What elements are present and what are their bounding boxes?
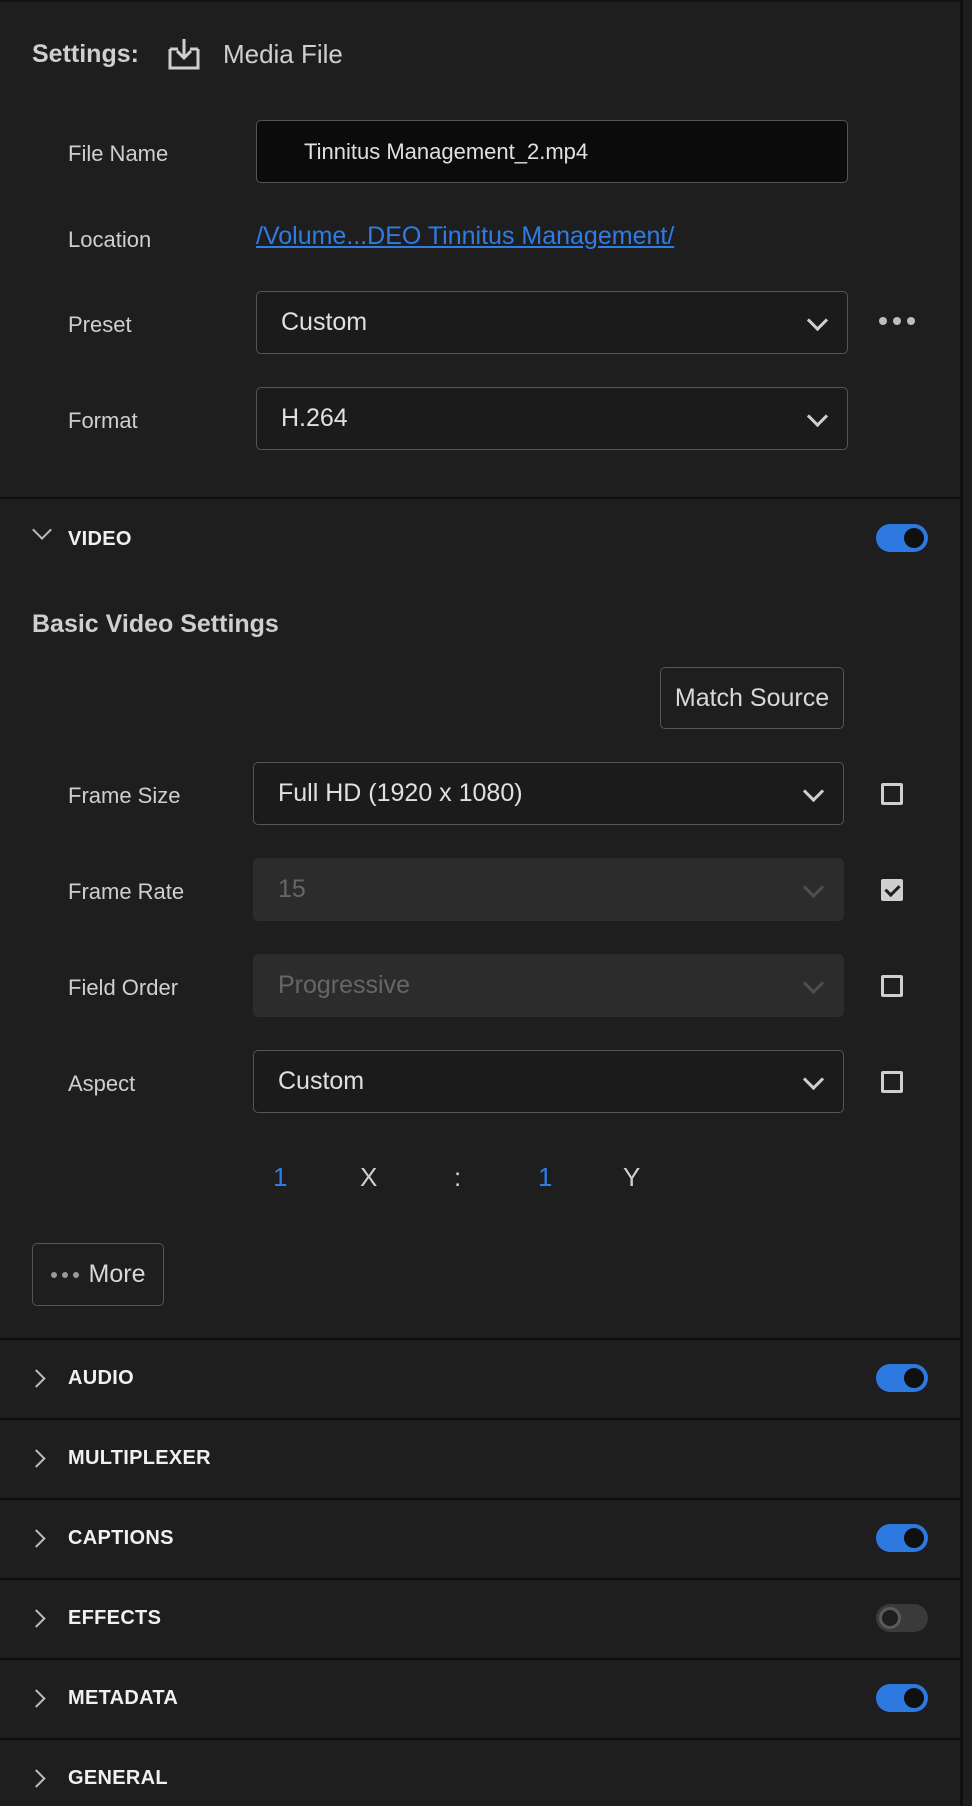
preset-label: Preset: [68, 312, 132, 337]
file-name-label: File Name: [68, 141, 169, 166]
more-horizontal-icon[interactable]: [879, 313, 915, 329]
match-source-label: Match Source: [674, 683, 830, 712]
chevron-down-icon: [802, 780, 825, 802]
aspect-x-label: X: [360, 1162, 378, 1192]
destination-label: Media File: [222, 38, 343, 69]
captions-toggle[interactable]: [876, 1524, 928, 1552]
aspect-separator: :: [454, 1162, 462, 1192]
metadata-toggle[interactable]: [876, 1684, 928, 1712]
frame-size-checkbox[interactable]: [881, 783, 903, 805]
aspect-x-value[interactable]: 1: [273, 1162, 287, 1193]
field-order-value: Progressive: [278, 971, 410, 999]
file-name-value: Tinnitus Management_2.mp4: [304, 138, 589, 164]
video-toggle[interactable]: [876, 524, 928, 552]
field-order-dropdown[interactable]: Progressive: [253, 954, 844, 1017]
aspect-checkbox[interactable]: [881, 1071, 903, 1093]
file-name-input[interactable]: Tinnitus Management_2.mp4: [256, 120, 848, 183]
preset-value: Custom: [281, 308, 368, 336]
audio-section-title: AUDIO: [68, 1367, 134, 1389]
more-dots-icon: [50, 1271, 79, 1278]
aspect-y-value[interactable]: 1: [538, 1162, 552, 1193]
divider: [0, 1418, 960, 1420]
settings-header: Settings: Media File: [32, 36, 343, 72]
chevron-down-icon: [806, 309, 829, 331]
frame-rate-label: Frame Rate: [68, 879, 185, 904]
chevron-right-icon: [27, 1769, 46, 1788]
divider: [0, 1578, 960, 1580]
video-section-title: VIDEO: [68, 528, 132, 550]
chevron-down-icon: [32, 520, 52, 540]
aspect-value: Custom: [278, 1067, 365, 1095]
effects-section-title: EFFECTS: [68, 1607, 162, 1629]
format-label: Format: [68, 408, 138, 433]
chevron-right-icon: [27, 1529, 46, 1548]
frame-rate-value: 15: [278, 875, 306, 903]
scroll-gutter[interactable]: [963, 0, 972, 1806]
general-section-title: GENERAL: [68, 1767, 168, 1789]
effects-toggle[interactable]: [876, 1604, 928, 1632]
divider: [0, 1498, 960, 1500]
divider: [0, 1658, 960, 1660]
field-order-label: Field Order: [68, 975, 179, 1000]
aspect-dropdown[interactable]: Custom: [253, 1050, 844, 1113]
metadata-section-title: METADATA: [68, 1687, 179, 1709]
chevron-down-icon: [802, 972, 825, 994]
field-order-checkbox[interactable]: [881, 975, 903, 997]
download-icon: [168, 39, 200, 70]
divider: [0, 1738, 960, 1740]
preset-dropdown[interactable]: Custom: [256, 291, 848, 354]
format-value: H.264: [281, 404, 348, 432]
divider: [0, 497, 960, 499]
frame-rate-dropdown[interactable]: 15: [253, 858, 844, 921]
frame-size-value: Full HD (1920 x 1080): [278, 779, 523, 807]
format-dropdown[interactable]: H.264: [256, 387, 848, 450]
audio-toggle[interactable]: [876, 1364, 928, 1392]
location-link[interactable]: /Volume...DEO Tinnitus Management/: [256, 222, 674, 251]
more-label: More: [88, 1260, 146, 1288]
match-source-button[interactable]: Match Source: [660, 667, 844, 729]
multiplexer-section-title: MULTIPLEXER: [68, 1447, 211, 1469]
aspect-label: Aspect: [68, 1071, 136, 1096]
frame-rate-checkbox[interactable]: [881, 879, 903, 901]
chevron-right-icon: [27, 1449, 46, 1468]
chevron-down-icon: [802, 876, 825, 898]
captions-section-title: CAPTIONS: [68, 1527, 174, 1549]
basic-video-settings-heading: Basic Video Settings: [32, 610, 279, 638]
chevron-down-icon: [806, 405, 829, 427]
top-border: [0, 0, 960, 2]
chevron-right-icon: [27, 1369, 46, 1388]
frame-size-label: Frame Size: [68, 783, 181, 808]
more-button[interactable]: More: [32, 1243, 164, 1306]
divider: [0, 1338, 960, 1340]
frame-size-dropdown[interactable]: Full HD (1920 x 1080): [253, 762, 844, 825]
aspect-y-label: Y: [623, 1162, 641, 1192]
settings-label: Settings:: [32, 39, 139, 68]
chevron-down-icon: [802, 1068, 825, 1090]
chevron-right-icon: [27, 1689, 46, 1708]
location-label: Location: [68, 227, 152, 252]
chevron-right-icon: [27, 1609, 46, 1628]
